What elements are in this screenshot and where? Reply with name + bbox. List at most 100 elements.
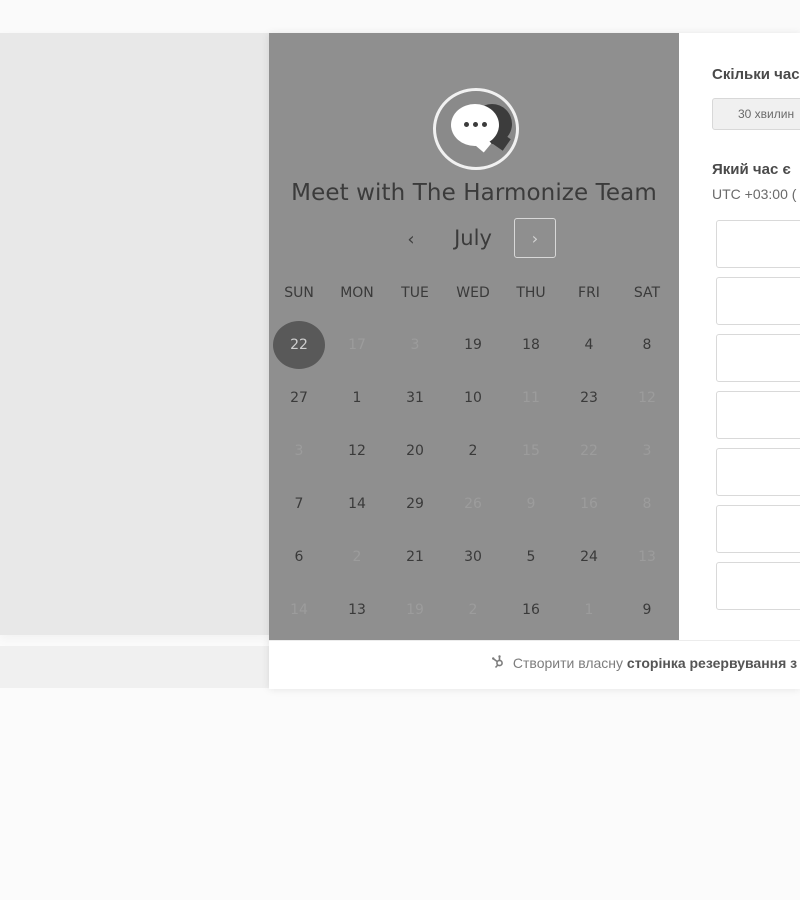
chevron-left-icon: ‹ — [407, 228, 415, 250]
calendar-day-number: 23 — [580, 389, 598, 406]
weekday-label: MON — [340, 285, 374, 301]
time-slot-button[interactable] — [716, 448, 800, 496]
calendar-day-number: 13 — [638, 548, 656, 565]
calendar-day: 2 — [328, 530, 386, 583]
weekday-label: SUN — [284, 285, 314, 301]
calendar-day-number: 3 — [294, 442, 304, 459]
calendar-day: 2 — [444, 583, 502, 636]
calendar-day[interactable]: 9 — [618, 583, 676, 636]
time-slot-button[interactable] — [716, 391, 800, 439]
calendar-day[interactable]: 16 — [502, 583, 560, 636]
calendar-day-number: 22 — [273, 320, 325, 369]
calendar-day[interactable]: 1 — [328, 371, 386, 424]
calendar-day[interactable]: 7 — [270, 477, 328, 530]
calendar-day-number: 26 — [464, 495, 482, 512]
calendar-day: 17 — [328, 318, 386, 371]
calendar-day[interactable]: 4 — [560, 318, 618, 371]
calendar-day-number: 19 — [406, 601, 424, 618]
time-slot-button[interactable] — [716, 220, 800, 268]
calendar-day: 19 — [386, 583, 444, 636]
calendar-day: 13 — [618, 530, 676, 583]
calendar-day[interactable]: 29 — [386, 477, 444, 530]
calendar-day[interactable]: 27 — [270, 371, 328, 424]
calendar-day[interactable]: 5 — [502, 530, 560, 583]
calendar-day[interactable]: 6 — [270, 530, 328, 583]
calendar-day-number: 5 — [526, 548, 536, 565]
calendar-day-number: 16 — [580, 495, 598, 512]
calendar-day[interactable]: 20 — [386, 424, 444, 477]
calendar-day-number: 30 — [464, 548, 482, 565]
calendar-day[interactable]: 10 — [444, 371, 502, 424]
calendar-day-number: 21 — [406, 548, 424, 565]
calendar-day-number: 12 — [638, 389, 656, 406]
time-question: Який час є — [712, 161, 791, 178]
calendar-day[interactable]: 18 — [502, 318, 560, 371]
calendar-day-number: 3 — [410, 336, 420, 353]
chat-avatar-icon — [433, 88, 519, 170]
calendar-day[interactable]: 30 — [444, 530, 502, 583]
top-strip — [0, 0, 800, 33]
time-slot-button[interactable] — [716, 334, 800, 382]
duration-option-button[interactable]: 30 хвилин — [712, 98, 800, 130]
footer-bar: Створити власну сторінка резервування з — [269, 640, 800, 689]
meeting-title: Meet with The Harmonize Team — [291, 180, 657, 206]
calendar-day: 14 — [270, 583, 328, 636]
calendar-panel: Meet with The Harmonize Team ‹ July › SU… — [269, 33, 679, 640]
footer-bold: сторінка резервування з — [626, 655, 798, 671]
calendar-day-number: 2 — [468, 601, 478, 618]
calendar-day-number: 2 — [468, 442, 478, 459]
calendar-day[interactable]: 8 — [618, 318, 676, 371]
calendar-day: 1 — [560, 583, 618, 636]
calendar-day: 15 — [502, 424, 560, 477]
prev-month-button[interactable]: ‹ — [393, 220, 429, 258]
weekday-label: THU — [516, 285, 546, 301]
calendar-day[interactable]: 19 — [444, 318, 502, 371]
calendar-day[interactable]: 2 — [444, 424, 502, 477]
calendar-day-number: 16 — [522, 601, 540, 618]
calendar-day: 12 — [618, 371, 676, 424]
calendar-day-number: 31 — [406, 389, 424, 406]
calendar-day-number: 20 — [406, 442, 424, 459]
calendar-day-number: 2 — [352, 548, 362, 565]
booking-options-panel: Скільки час 30 хвилин Який час є UTC +03… — [679, 33, 800, 640]
calendar-day-number: 12 — [348, 442, 366, 459]
left-footer-background — [0, 646, 269, 688]
calendar-day-number: 27 — [290, 389, 308, 406]
calendar-day-number: 14 — [348, 495, 366, 512]
calendar-day-number: 13 — [348, 601, 366, 618]
time-slot-button[interactable] — [716, 277, 800, 325]
weekday-label: SAT — [633, 285, 661, 301]
time-slot-button[interactable] — [716, 562, 800, 610]
calendar-day-number: 18 — [522, 336, 540, 353]
left-background-panel — [0, 33, 269, 635]
sprocket-icon — [492, 655, 503, 669]
calendar-day-number: 24 — [580, 548, 598, 565]
calendar-day-number: 10 — [464, 389, 482, 406]
calendar-day: 3 — [618, 424, 676, 477]
calendar-day[interactable]: 12 — [328, 424, 386, 477]
weekday-label: TUE — [401, 285, 429, 301]
time-slot-button[interactable] — [716, 505, 800, 553]
calendar-day: 8 — [618, 477, 676, 530]
next-month-button[interactable]: › — [514, 218, 556, 258]
calendar-day-number: 1 — [352, 389, 362, 406]
calendar-day[interactable]: 14 — [328, 477, 386, 530]
timezone-selector[interactable]: UTC +03:00 ( — [712, 186, 796, 202]
calendar-day[interactable]: 31 — [386, 371, 444, 424]
calendar-day: 16 — [560, 477, 618, 530]
footer-link[interactable]: Створити власну сторінка резервування з — [491, 655, 797, 671]
calendar-day-number: 9 — [642, 601, 652, 618]
calendar-day: 22 — [560, 424, 618, 477]
calendar-day-number: 22 — [580, 442, 598, 459]
calendar-day: 9 — [502, 477, 560, 530]
calendar-day-selected[interactable]: 22 — [270, 318, 328, 371]
calendar-day[interactable]: 13 — [328, 583, 386, 636]
calendar-day[interactable]: 21 — [386, 530, 444, 583]
weekday-label: WED — [456, 285, 490, 301]
duration-question: Скільки час — [712, 66, 800, 83]
calendar-day-number: 8 — [642, 336, 652, 353]
calendar-day[interactable]: 23 — [560, 371, 618, 424]
calendar-day: 3 — [270, 424, 328, 477]
calendar-day[interactable]: 24 — [560, 530, 618, 583]
calendar-day-number: 6 — [294, 548, 304, 565]
